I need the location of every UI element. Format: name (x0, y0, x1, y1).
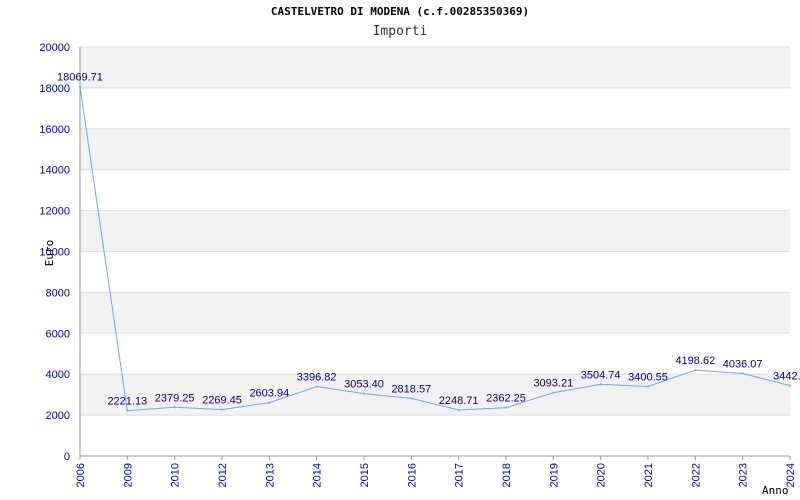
data-point (363, 392, 365, 395)
data-label: 18069.71 (57, 71, 103, 83)
y-tick-label: 12000 (39, 206, 70, 218)
x-tick-label: 2019 (548, 463, 560, 487)
data-point (552, 391, 555, 394)
x-tick-label: 2017 (454, 463, 466, 487)
x-tick-label: 2020 (596, 463, 608, 487)
plot-band (80, 210, 790, 252)
plot-band (80, 128, 790, 170)
data-label: 3093.21 (533, 378, 573, 390)
y-tick-label: 8000 (46, 287, 70, 299)
data-point (457, 409, 460, 412)
data-label: 4036.07 (723, 358, 763, 370)
data-label: 2248.71 (439, 395, 479, 407)
line-chart: 0200040006000800010000120001400016000180… (39, 42, 800, 497)
data-point (505, 406, 507, 409)
x-tick-label: 2016 (406, 463, 418, 487)
data-label: 3504.74 (581, 369, 621, 381)
y-tick-label: 2000 (46, 410, 70, 422)
y-tick-label: 14000 (39, 165, 70, 177)
x-tick-label: 2013 (264, 463, 276, 487)
data-point (789, 384, 791, 387)
x-tick-label: 2018 (501, 463, 513, 487)
data-point (221, 408, 223, 411)
data-point (410, 397, 413, 400)
data-label: 2818.57 (391, 383, 431, 395)
data-label: 2603.94 (249, 388, 289, 400)
x-tick-label: 2014 (312, 463, 324, 487)
data-label: 2221.13 (107, 396, 147, 408)
data-label: 2269.45 (202, 395, 242, 407)
data-label: 3400.55 (628, 371, 668, 383)
y-axis-label: Euro (43, 240, 56, 267)
x-tick-label: 2010 (170, 463, 182, 487)
data-label: 2362.25 (486, 393, 526, 405)
data-point (315, 385, 318, 388)
x-tick-labels: 2006 2009 2010 2012 2013 2014 2015 2016 2017 2018… (75, 463, 797, 487)
plot-band (80, 47, 790, 88)
x-tick-label: 2015 (359, 463, 371, 487)
x-tick-label: 2009 (122, 463, 134, 487)
y-tick-label: 18000 (39, 83, 70, 95)
data-point (173, 406, 176, 409)
data-label: 4198.62 (675, 355, 715, 367)
y-tick-label: 0 (64, 451, 70, 463)
x-tick-label: 2022 (690, 463, 702, 487)
x-tick-label: 2006 (75, 463, 87, 487)
data-point (741, 372, 744, 375)
data-point (126, 409, 129, 412)
data-point (694, 369, 697, 372)
plot-band (80, 292, 790, 334)
y-tick-label: 20000 (39, 42, 70, 54)
data-point (268, 401, 271, 404)
data-point (647, 385, 649, 388)
data-label: 3442.5 (773, 371, 800, 383)
data-point (79, 85, 81, 88)
data-label: 2379.25 (155, 392, 195, 404)
y-tick-label: 6000 (46, 328, 70, 340)
x-tick-label: 2012 (217, 463, 229, 487)
data-point (599, 383, 602, 386)
x-tick-label: 2021 (643, 463, 655, 487)
y-tick-label: 16000 (39, 124, 70, 136)
data-label: 3396.82 (297, 372, 337, 384)
data-label: 3053.40 (344, 379, 384, 391)
y-tick-label: 4000 (46, 369, 70, 381)
x-axis-label: Anno (762, 484, 789, 497)
x-tick-label: 2023 (738, 463, 750, 487)
